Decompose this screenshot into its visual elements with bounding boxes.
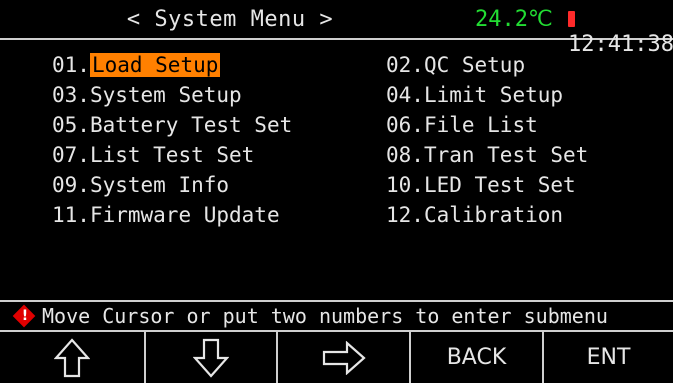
status-bar: ! Move Cursor or put two numbers to ente… — [0, 300, 673, 332]
menu-item-label: System Setup — [89, 83, 242, 107]
menu-item-battery-test-set[interactable]: 05.Battery Test Set — [52, 112, 292, 138]
menu-item-number: 04. — [386, 83, 424, 107]
up-softkey[interactable] — [0, 332, 146, 383]
menu-item-label: Firmware Update — [89, 203, 280, 227]
menu-item-number: 02. — [386, 53, 424, 77]
menu-item-led-test-set[interactable]: 10.LED Test Set — [386, 172, 576, 198]
menu-item-list-test-set[interactable]: 07.List Test Set — [52, 142, 254, 168]
menu-item-tran-test-set[interactable]: 08.Tran Test Set — [386, 142, 588, 168]
menu-item-number: 06. — [386, 113, 424, 137]
menu-item-firmware-update[interactable]: 11.Firmware Update — [52, 202, 280, 228]
menu-item-label: QC Setup — [423, 53, 526, 77]
menu-item-label: System Info — [89, 173, 230, 197]
menu-title: < System Menu > — [126, 7, 334, 32]
status-message: Move Cursor or put two numbers to enter … — [42, 304, 608, 328]
menu-item-number: 12. — [386, 203, 424, 227]
softkey-bar: BACK ENT — [0, 332, 673, 383]
back-label: BACK — [446, 345, 507, 370]
arrow-up-icon — [54, 337, 90, 377]
menu-item-system-info[interactable]: 09.System Info — [52, 172, 229, 198]
menu-item-number: 10. — [386, 173, 424, 197]
system-menu: 01.Load Setup 02.QC Setup 03.System Setu… — [0, 40, 673, 300]
menu-item-number: 07. — [52, 143, 90, 167]
menu-item-number: 05. — [52, 113, 90, 137]
back-softkey[interactable]: BACK — [411, 332, 544, 383]
menu-item-label: Calibration — [423, 203, 564, 227]
header-bar: < System Menu > 24.2℃ 12:41:38 — [0, 0, 673, 57]
right-softkey[interactable] — [278, 332, 411, 383]
menu-item-number: 08. — [386, 143, 424, 167]
enter-softkey[interactable]: ENT — [544, 332, 673, 383]
menu-item-label: LED Test Set — [423, 173, 576, 197]
menu-item-number: 09. — [52, 173, 90, 197]
enter-label: ENT — [586, 345, 631, 370]
menu-item-file-list[interactable]: 06.File List — [386, 112, 538, 138]
menu-item-label: List Test Set — [89, 143, 255, 167]
menu-item-number: 03. — [52, 83, 90, 107]
menu-item-label: File List — [423, 113, 538, 137]
menu-item-label: Load Setup — [89, 53, 221, 77]
menu-item-calibration[interactable]: 12.Calibration — [386, 202, 563, 228]
menu-item-system-setup[interactable]: 03.System Setup — [52, 82, 242, 108]
menu-item-label: Tran Test Set — [423, 143, 589, 167]
menu-item-qc-setup[interactable]: 02.QC Setup — [386, 52, 525, 78]
menu-item-label: Battery Test Set — [89, 113, 293, 137]
down-softkey[interactable] — [146, 332, 278, 383]
menu-item-number: 11. — [52, 203, 90, 227]
arrow-down-icon — [193, 338, 229, 378]
arrow-right-icon — [322, 340, 366, 375]
menu-item-label: Limit Setup — [423, 83, 564, 107]
instrument-screen: < System Menu > 24.2℃ 12:41:38 01.Load S… — [0, 0, 673, 383]
menu-item-limit-setup[interactable]: 04.Limit Setup — [386, 82, 563, 108]
battery-icon — [568, 11, 575, 27]
menu-item-number: 01. — [52, 53, 90, 77]
temperature-readout: 24.2℃ — [475, 7, 553, 32]
menu-item-load-setup[interactable]: 01.Load Setup — [52, 52, 221, 78]
warning-icon-mark: ! — [21, 308, 29, 324]
